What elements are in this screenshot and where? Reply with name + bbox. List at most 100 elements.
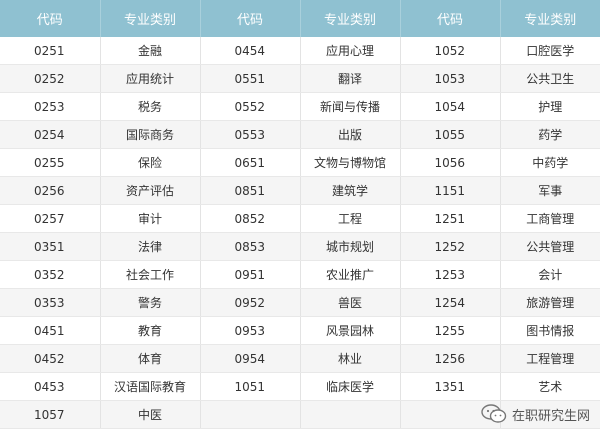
code-cell: 1252 [400, 232, 501, 261]
watermark-text: 在职研究生网 [511, 408, 590, 424]
category-cell: 审计 [100, 204, 201, 233]
code-cell: 0256 [0, 176, 101, 205]
category-cell: 金融 [100, 37, 201, 65]
category-cell: 翻译 [300, 64, 401, 93]
category-cell: 军事 [500, 176, 600, 205]
header-code-3: 代码 [400, 0, 501, 37]
category-cell: 旅游管理 [500, 288, 600, 317]
table-row: 0353 警务 0952 兽医 1254 旅游管理 [0, 288, 600, 317]
table-row: 0255 保险 0651 文物与博物馆 1056 中药学 [0, 148, 600, 177]
code-cell: 1151 [400, 176, 501, 205]
code-cell: 0553 [200, 120, 301, 149]
code-cell: 1051 [200, 372, 301, 401]
code-cell: 1255 [400, 316, 501, 345]
category-cell: 文物与博物馆 [300, 148, 401, 177]
code-cell: 1054 [400, 92, 501, 121]
category-cell: 护理 [500, 92, 600, 121]
table-row: 0252 应用统计 0551 翻译 1053 公共卫生 [0, 64, 600, 93]
code-cell: 1256 [400, 344, 501, 373]
header-category-3: 专业类别 [500, 0, 600, 37]
watermark: 在职研究生网 [481, 404, 590, 424]
code-cell: 0551 [200, 64, 301, 93]
code-cell: 0255 [0, 148, 101, 177]
category-cell: 图书情报 [500, 316, 600, 345]
code-cell: 0252 [0, 64, 101, 93]
degree-category-table: 代码 专业类别 代码 专业类别 代码 专业类别 0251 金融 0454 应用心理 10… [0, 0, 600, 429]
code-cell: 0454 [200, 37, 301, 65]
category-cell: 保险 [100, 148, 201, 177]
code-cell [200, 400, 301, 429]
code-cell: 0851 [200, 176, 301, 205]
category-cell: 林业 [300, 344, 401, 373]
code-cell: 0954 [200, 344, 301, 373]
code-cell: 1052 [400, 37, 501, 65]
code-cell: 0453 [0, 372, 101, 401]
category-cell: 公共卫生 [500, 64, 600, 93]
code-cell: 1057 [0, 400, 101, 429]
category-cell: 体育 [100, 344, 201, 373]
category-cell: 中医 [100, 400, 201, 429]
table-row: 0453 汉语国际教育 1051 临床医学 1351 艺术 [0, 372, 600, 401]
code-cell: 0952 [200, 288, 301, 317]
code-cell: 0853 [200, 232, 301, 261]
code-cell: 0253 [0, 92, 101, 121]
category-cell: 工程 [300, 204, 401, 233]
header-category-1: 专业类别 [100, 0, 201, 37]
category-cell: 国际商务 [100, 120, 201, 149]
category-cell: 工商管理 [500, 204, 600, 233]
code-cell: 0451 [0, 316, 101, 345]
category-cell: 风景园林 [300, 316, 401, 345]
code-cell: 0353 [0, 288, 101, 317]
table-row: 0256 资产评估 0851 建筑学 1151 军事 [0, 176, 600, 205]
code-cell: 1056 [400, 148, 501, 177]
category-cell: 税务 [100, 92, 201, 121]
category-cell: 中药学 [500, 148, 600, 177]
category-cell: 汉语国际教育 [100, 372, 201, 401]
code-cell: 1254 [400, 288, 501, 317]
category-cell: 资产评估 [100, 176, 201, 205]
category-cell: 建筑学 [300, 176, 401, 205]
code-cell: 0351 [0, 232, 101, 261]
code-cell: 0552 [200, 92, 301, 121]
header-category-2: 专业类别 [300, 0, 401, 37]
category-cell: 应用心理 [300, 37, 401, 65]
table-row: 0253 税务 0552 新闻与传播 1054 护理 [0, 92, 600, 121]
code-cell: 0951 [200, 260, 301, 289]
code-cell: 1053 [400, 64, 501, 93]
category-cell: 公共管理 [500, 232, 600, 261]
category-cell: 新闻与传播 [300, 92, 401, 121]
category-cell: 口腔医学 [500, 37, 600, 65]
category-cell: 法律 [100, 232, 201, 261]
header-code-2: 代码 [200, 0, 301, 37]
category-cell: 药学 [500, 120, 600, 149]
code-cell: 0251 [0, 37, 101, 65]
code-cell: 0852 [200, 204, 301, 233]
category-cell: 城市规划 [300, 232, 401, 261]
code-cell: 0257 [0, 204, 101, 233]
code-cell: 1351 [400, 372, 501, 401]
category-cell: 会计 [500, 260, 600, 289]
category-cell: 警务 [100, 288, 201, 317]
table-row: 0257 审计 0852 工程 1251 工商管理 [0, 204, 600, 233]
wechat-icon [481, 404, 507, 424]
code-cell: 0352 [0, 260, 101, 289]
code-cell: 1251 [400, 204, 501, 233]
category-cell: 兽医 [300, 288, 401, 317]
code-cell: 1253 [400, 260, 501, 289]
category-cell: 出版 [300, 120, 401, 149]
category-cell: 临床医学 [300, 372, 401, 401]
table-body: 0251 金融 0454 应用心理 1052 口腔医学 0252 应用统计 0551 翻译 1053… [0, 37, 600, 429]
code-cell: 1055 [400, 120, 501, 149]
category-cell: 工程管理 [500, 344, 600, 373]
category-cell: 社会工作 [100, 260, 201, 289]
table-row: 0451 教育 0953 风景园林 1255 图书情报 [0, 316, 600, 345]
header-code-1: 代码 [0, 0, 101, 37]
code-cell: 0254 [0, 120, 101, 149]
category-cell: 艺术 [500, 372, 600, 401]
table-row: 0251 金融 0454 应用心理 1052 口腔医学 [0, 37, 600, 65]
table-row: 0254 国际商务 0553 出版 1055 药学 [0, 120, 600, 149]
table-row: 0452 体育 0954 林业 1256 工程管理 [0, 344, 600, 373]
category-cell: 农业推广 [300, 260, 401, 289]
code-cell: 0452 [0, 344, 101, 373]
table-header-row: 代码 专业类别 代码 专业类别 代码 专业类别 [0, 0, 600, 37]
